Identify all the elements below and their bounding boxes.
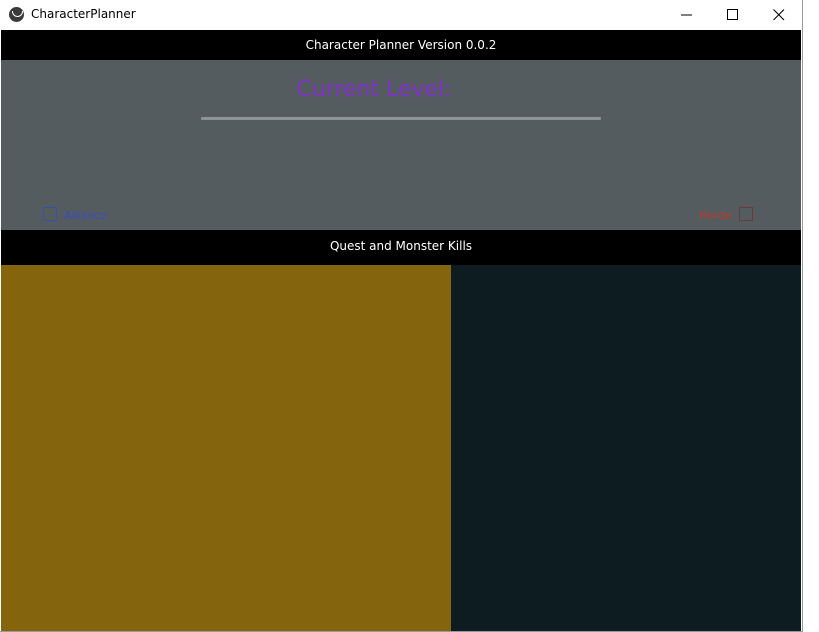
app-window: CharacterPlanner Character Planner Versi… — [0, 0, 803, 632]
horde-label: Horde — [699, 209, 733, 222]
app-logo-icon — [9, 7, 24, 22]
horde-checkbox[interactable] — [739, 207, 753, 221]
maximize-button[interactable] — [710, 0, 756, 30]
quest-section-header: Quest and Monster Kills — [1, 230, 801, 265]
current-level-label: Current Level: — [296, 77, 452, 102]
minimize-button[interactable] — [664, 0, 710, 30]
alliance-checkbox[interactable] — [43, 207, 57, 221]
maximize-icon — [727, 9, 738, 20]
app-header: Character Planner Version 0.0.2 — [1, 30, 801, 60]
title-bar[interactable]: CharacterPlanner — [0, 0, 802, 30]
quest-list-pane — [1, 265, 451, 631]
minimize-icon — [681, 14, 692, 16]
window-title: CharacterPlanner — [31, 7, 136, 21]
close-icon — [773, 9, 785, 21]
close-button[interactable] — [756, 0, 802, 30]
monster-kills-pane — [451, 265, 801, 631]
alliance-label: Alliance — [64, 209, 108, 222]
level-slider[interactable] — [201, 117, 601, 120]
level-panel: Current Level: Alliance Horde — [1, 60, 801, 230]
